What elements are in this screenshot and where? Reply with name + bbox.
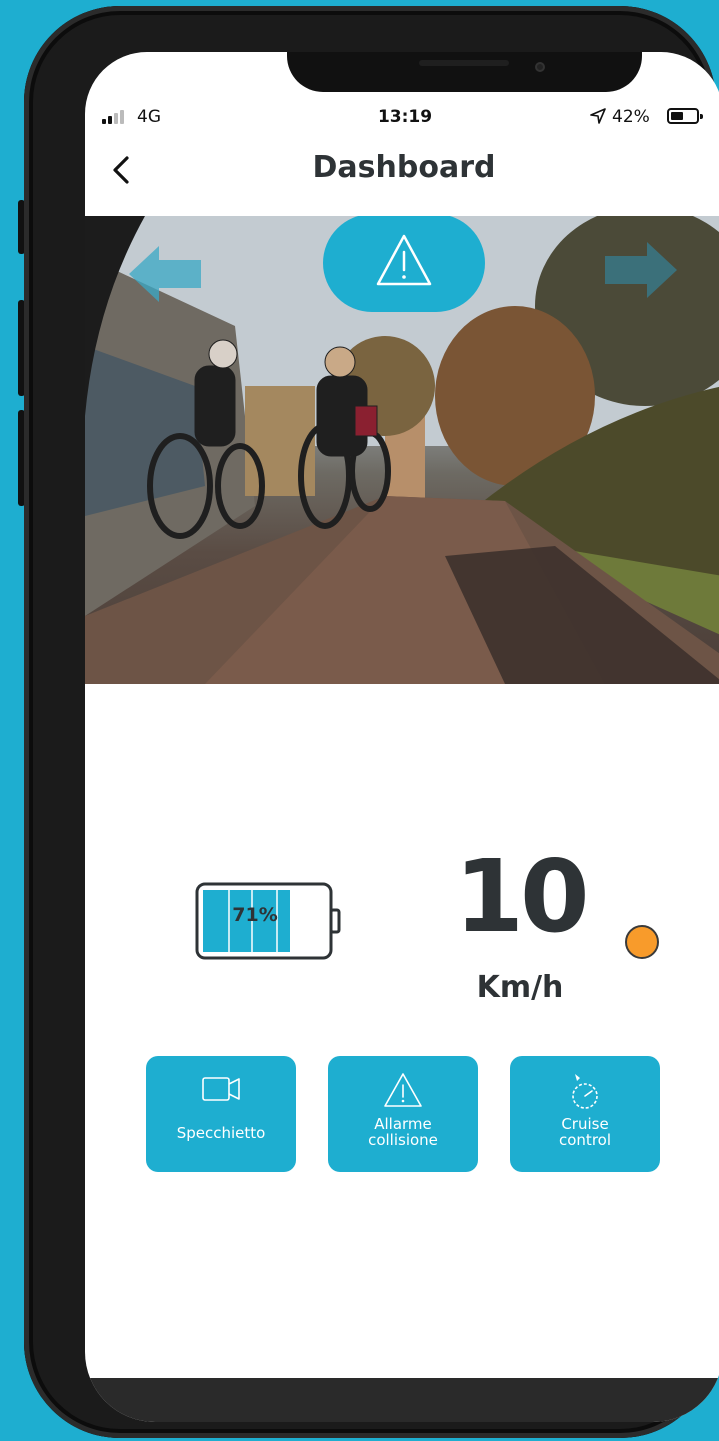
speed-value: 10 (454, 838, 589, 955)
specchietto-button[interactable]: Specchietto (146, 1056, 296, 1172)
warning-triangle-icon (376, 234, 432, 286)
bottom-bar (85, 1378, 719, 1422)
location-arrow-icon (590, 108, 606, 124)
phone-notch (287, 52, 642, 92)
allarme-collisione-label: Allarme collisione (368, 1115, 438, 1149)
carrier-label: 4G (137, 107, 161, 127)
connection-status-dot (625, 925, 659, 959)
speedometer-icon (572, 1074, 598, 1109)
arrow-right-icon (605, 242, 677, 298)
cruise-control-button[interactable]: Cruise control (510, 1056, 660, 1172)
app-screen: 4G 13:19 42% Dashboard 71% 10 Km/h Specc… (85, 52, 719, 1422)
signal-strength-icon (102, 110, 124, 124)
specchietto-label: Specchietto (176, 1124, 266, 1142)
collision-alert-indicator[interactable] (323, 216, 485, 312)
camera-feed (85, 216, 719, 684)
video-camera-icon (202, 1077, 240, 1101)
status-time: 13:19 (377, 107, 433, 127)
phone-frame: 4G 13:19 42% Dashboard 71% 10 Km/h Specc… (24, 6, 719, 1438)
warning-triangle-icon (384, 1073, 422, 1107)
arrow-left-icon (129, 246, 201, 302)
allarme-collisione-button[interactable]: Allarme collisione (328, 1056, 478, 1172)
page-title: Dashboard (312, 150, 496, 185)
speed-unit: Km/h (476, 970, 564, 1005)
battery-percent: 42% (612, 107, 650, 127)
battery-level-label: 71% (232, 904, 278, 926)
battery-icon (667, 108, 703, 124)
cruise-control-label: Cruise control (559, 1115, 611, 1149)
